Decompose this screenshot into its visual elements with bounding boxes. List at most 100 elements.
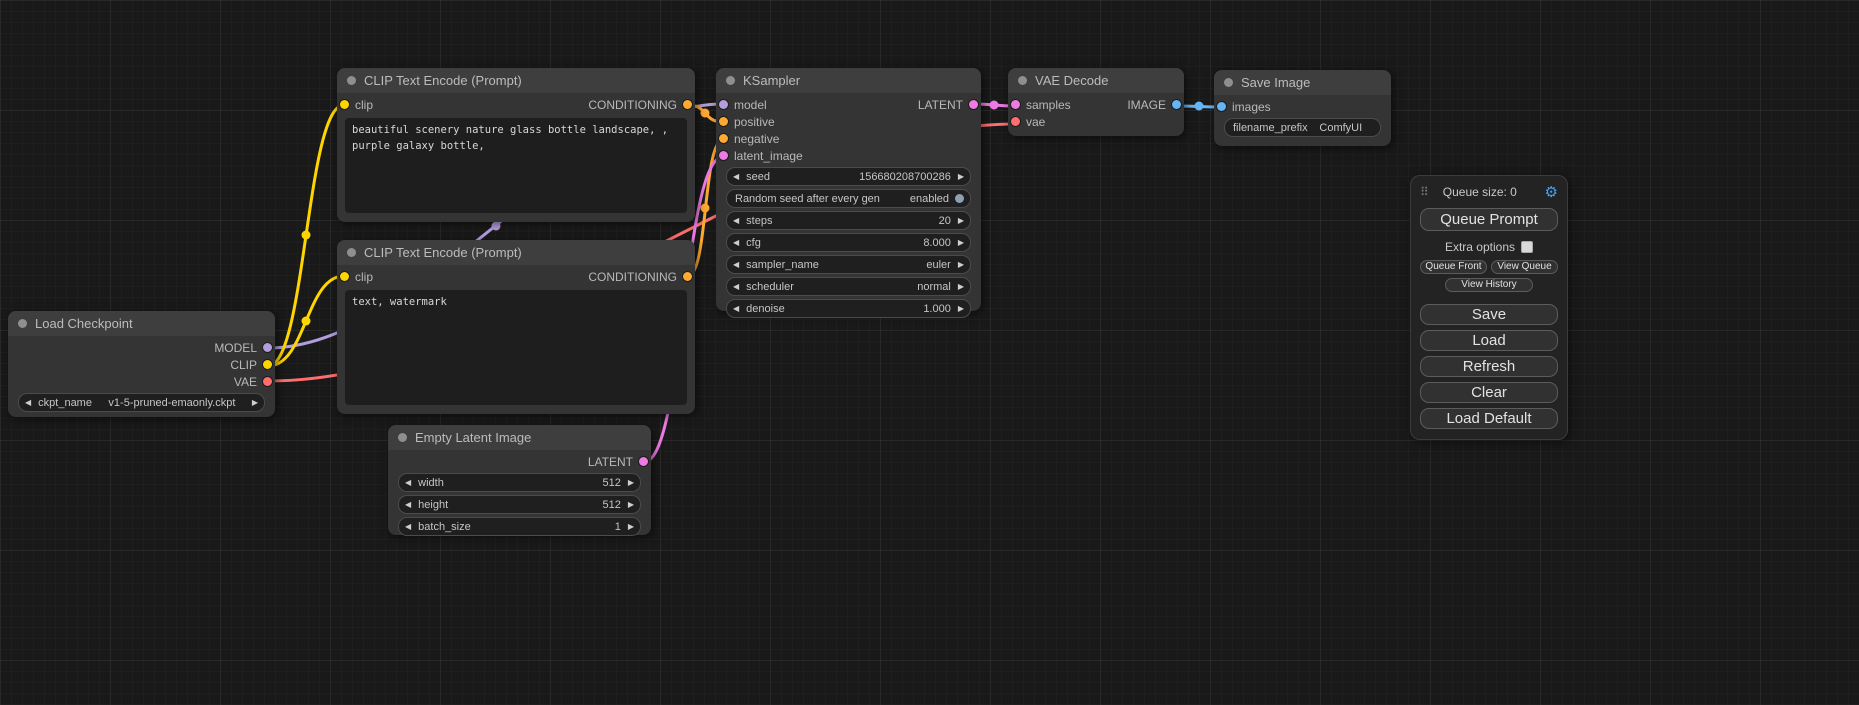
output-slot-clip[interactable] (263, 360, 272, 369)
output-label-vae: VAE (234, 375, 257, 389)
arrow-right-icon[interactable]: ▶ (958, 173, 964, 181)
input-slot-negative[interactable] (719, 134, 728, 143)
prompt-textarea[interactable]: beautiful scenery nature glass bottle la… (345, 118, 687, 213)
widget-value[interactable]: ComfyUI (1319, 122, 1362, 134)
ckpt-name-widget[interactable]: ◀ ckpt_name v1-5-pruned-emaonly.ckpt ▶ (18, 393, 265, 412)
arrow-left-icon[interactable]: ◀ (405, 479, 411, 487)
output-slot-conditioning[interactable] (683, 100, 692, 109)
view-queue-button[interactable]: View Queue (1491, 260, 1558, 274)
output-slot-latent[interactable] (969, 100, 978, 109)
input-slot-positive[interactable] (719, 117, 728, 126)
arrow-right-icon[interactable]: ▶ (628, 523, 634, 531)
extra-options-checkbox[interactable] (1521, 241, 1533, 253)
load-default-button[interactable]: Load Default (1420, 408, 1558, 429)
arrow-left-icon[interactable]: ◀ (405, 523, 411, 531)
widget-value[interactable]: normal (917, 281, 958, 293)
node-title-bar[interactable]: CLIP Text Encode (Prompt) (337, 68, 695, 93)
output-slot-image[interactable] (1172, 100, 1181, 109)
widget-value[interactable]: 1.000 (923, 303, 958, 315)
arrow-right-icon[interactable]: ▶ (958, 217, 964, 225)
node-title-bar[interactable]: Empty Latent Image (388, 425, 651, 450)
refresh-button[interactable]: Refresh (1420, 356, 1558, 377)
input-slot-clip[interactable] (340, 272, 349, 281)
node-ksampler[interactable]: KSampler model LATENT positive negative (716, 68, 981, 311)
drag-handle-icon[interactable]: ⠿ (1420, 185, 1429, 199)
arrow-left-icon[interactable]: ◀ (733, 217, 739, 225)
cfg-widget[interactable]: ◀ cfg 8.000 ▶ (726, 233, 971, 252)
arrow-left-icon[interactable]: ◀ (733, 283, 739, 291)
node-title-bar[interactable]: Save Image (1214, 70, 1391, 95)
save-button[interactable]: Save (1420, 304, 1558, 325)
input-label-positive: positive (734, 115, 775, 129)
node-clip-text-encode-positive[interactable]: CLIP Text Encode (Prompt) clip CONDITION… (337, 68, 695, 222)
node-vae-decode[interactable]: VAE Decode samples IMAGE vae (1008, 68, 1184, 136)
control-after-generate-widget[interactable]: Random seed after every gen enabled (726, 189, 971, 208)
link-midpoint-dot (492, 222, 501, 231)
denoise-widget[interactable]: ◀ denoise 1.000 ▶ (726, 299, 971, 318)
widget-value[interactable]: v1-5-pruned-emaonly.ckpt (108, 397, 235, 409)
scheduler-widget[interactable]: ◀ scheduler normal ▶ (726, 277, 971, 296)
arrow-right-icon[interactable]: ▶ (628, 501, 634, 509)
node-empty-latent-image[interactable]: Empty Latent Image LATENT ◀ width 512 ▶ … (388, 425, 651, 535)
prompt-textarea[interactable]: text, watermark (345, 290, 687, 405)
arrow-left-icon[interactable]: ◀ (733, 173, 739, 181)
node-clip-text-encode-negative[interactable]: CLIP Text Encode (Prompt) clip CONDITION… (337, 240, 695, 414)
arrow-right-icon[interactable]: ▶ (958, 305, 964, 313)
node-load-checkpoint[interactable]: Load Checkpoint MODEL CLIP VAE ◀ ckpt_na… (8, 311, 275, 417)
arrow-left-icon[interactable]: ◀ (733, 261, 739, 269)
arrow-left-icon[interactable]: ◀ (733, 305, 739, 313)
filename-prefix-widget[interactable]: filename_prefix ComfyUI (1224, 118, 1381, 137)
arrow-right-icon[interactable]: ▶ (958, 261, 964, 269)
clear-button[interactable]: Clear (1420, 382, 1558, 403)
arrow-right-icon[interactable]: ▶ (958, 239, 964, 247)
batch-size-widget[interactable]: ◀ batch_size 1 ▶ (398, 517, 641, 536)
steps-widget[interactable]: ◀ steps 20 ▶ (726, 211, 971, 230)
arrow-left-icon[interactable]: ◀ (25, 399, 31, 407)
node-save-image[interactable]: Save Image images filename_prefix ComfyU… (1214, 70, 1391, 146)
queue-front-button[interactable]: Queue Front (1420, 260, 1487, 274)
input-slot-latent-image[interactable] (719, 151, 728, 160)
height-widget[interactable]: ◀ height 512 ▶ (398, 495, 641, 514)
node-title-bar[interactable]: VAE Decode (1008, 68, 1184, 93)
node-title-bar[interactable]: Load Checkpoint (8, 311, 275, 336)
widget-value[interactable]: 8.000 (923, 237, 958, 249)
sampler-name-widget[interactable]: ◀ sampler_name euler ▶ (726, 255, 971, 274)
settings-gear-icon[interactable]: ⚙ (1545, 183, 1558, 201)
output-slot-vae[interactable] (263, 377, 272, 386)
node-title-bar[interactable]: KSampler (716, 68, 981, 93)
widget-value[interactable]: 20 (939, 215, 958, 227)
node-status-dot (726, 76, 735, 85)
widget-value[interactable]: enabled (910, 193, 949, 205)
queue-panel-header: ⠿ Queue size: 0 ⚙ (1420, 182, 1558, 208)
arrow-right-icon[interactable]: ▶ (252, 399, 258, 407)
output-label-latent: LATENT (918, 98, 963, 112)
width-widget[interactable]: ◀ width 512 ▶ (398, 473, 641, 492)
input-slot-clip[interactable] (340, 100, 349, 109)
link-midpoint-dot (302, 317, 311, 326)
widget-value[interactable]: 156680208700286 (859, 171, 958, 183)
output-slot-conditioning[interactable] (683, 272, 692, 281)
seed-widget[interactable]: ◀ seed 156680208700286 ▶ (726, 167, 971, 186)
arrow-left-icon[interactable]: ◀ (405, 501, 411, 509)
output-slot-latent[interactable] (639, 457, 648, 466)
load-button[interactable]: Load (1420, 330, 1558, 351)
widget-value[interactable]: 512 (602, 499, 627, 511)
node-title-bar[interactable]: CLIP Text Encode (Prompt) (337, 240, 695, 265)
view-history-button[interactable]: View History (1445, 278, 1533, 292)
arrow-left-icon[interactable]: ◀ (733, 239, 739, 247)
input-slot-vae[interactable] (1011, 117, 1020, 126)
output-slot-model[interactable] (263, 343, 272, 352)
node-status-dot (347, 76, 356, 85)
arrow-right-icon[interactable]: ▶ (628, 479, 634, 487)
toggle-dot-icon[interactable] (955, 194, 964, 203)
input-slot-images[interactable] (1217, 102, 1226, 111)
input-slot-samples[interactable] (1011, 100, 1020, 109)
input-slot-model[interactable] (719, 100, 728, 109)
widget-value[interactable]: 512 (602, 477, 627, 489)
arrow-right-icon[interactable]: ▶ (958, 283, 964, 291)
slot-row: CLIP (8, 356, 275, 373)
queue-prompt-button[interactable]: Queue Prompt (1420, 208, 1558, 231)
widget-value[interactable]: 1 (615, 521, 628, 533)
widget-label: denoise (746, 303, 785, 315)
widget-value[interactable]: euler (926, 259, 957, 271)
